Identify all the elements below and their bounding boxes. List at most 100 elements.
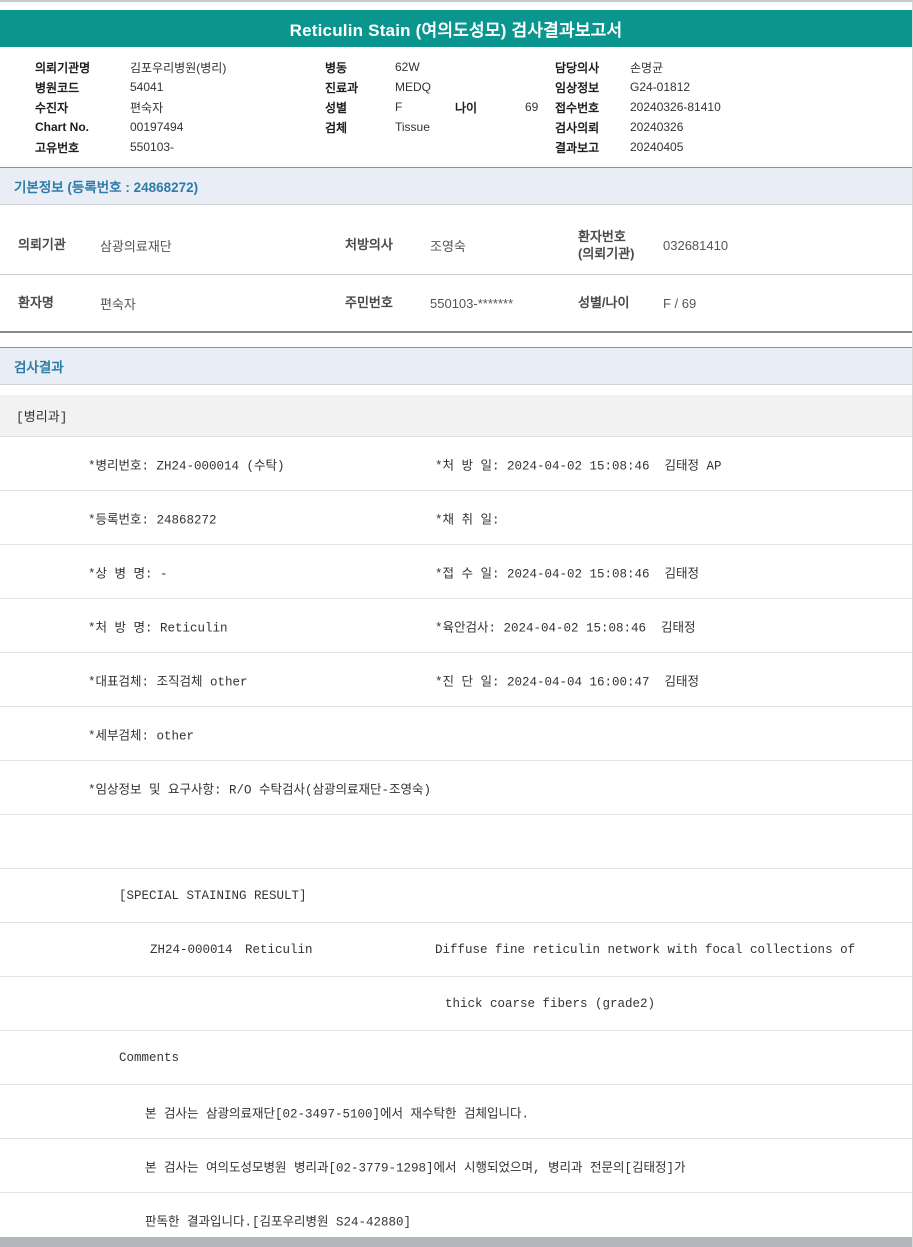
- result-row: *임상정보 및 요구사항: R/O 수탁검사(삼광의료재단-조영숙): [0, 761, 912, 815]
- table-row: 환자명 편숙자 주민번호 550103-******* 성별/나이 F / 69: [0, 274, 912, 331]
- cell-label-patient-no: 환자번호 (의뢰기관): [578, 228, 635, 261]
- field-label: 고유번호: [35, 140, 80, 155]
- stain-result-line1: Diffuse fine reticulin network with foca…: [435, 942, 856, 957]
- field-value: Tissue: [395, 120, 430, 134]
- cell-value-prescribing-doctor: 조영숙: [430, 239, 466, 254]
- stain-name: Reticulin: [245, 942, 313, 957]
- specimen-code: ZH24-000014: [150, 942, 233, 957]
- field-label: 의뢰기관명: [35, 60, 91, 75]
- result-left-text: *임상정보 및 요구사항: R/O 수탁검사(삼광의료재단-조영숙): [88, 783, 432, 797]
- comment-text: 판독한 결과입니다.[김포우리병원 S24-42880]: [145, 1215, 412, 1229]
- comment-text: 본 검사는 여의도성모병원 병리과[02-3779-1298]에서 시행되었으며…: [145, 1161, 686, 1175]
- field-value: MEDQ: [395, 80, 431, 94]
- header-column-right: 담당의사 손명균 임상정보 G24-01812 접수번호 20240326-81…: [555, 57, 900, 157]
- field-value: 20240405: [630, 140, 684, 154]
- header-info: 의뢰기관명 김포우리병원(병리) 병원코드 54041 수진자 편숙자 Char…: [0, 47, 912, 167]
- result-right-text: *처 방 일: 2024-04-02 15:08:46 김태정 AP: [435, 459, 722, 473]
- cell-label-resident-no: 주민번호: [345, 294, 393, 310]
- field-value: 손명균: [630, 60, 664, 75]
- special-staining-result-row: ZH24-000014 Reticulin Diffuse fine retic…: [0, 923, 912, 977]
- result-left-text: *세부검체: other: [88, 729, 195, 743]
- header-field-chart-no: Chart No. 00197494: [35, 117, 320, 137]
- report-title: Reticulin Stain (여의도성모) 검사결과보고서: [289, 21, 623, 40]
- result-row: *처 방 명: Reticulin *육안검사: 2024-04-02 15:0…: [0, 599, 912, 653]
- field-label: 성별: [325, 100, 348, 115]
- department-row: [병리과]: [0, 395, 912, 437]
- field-label: 담당의사: [555, 60, 600, 75]
- field-label-age: 나이: [455, 100, 478, 115]
- special-staining-header-row: [SPECIAL STAINING RESULT]: [0, 869, 912, 923]
- cell-value-requesting-org: 삼광의료재단: [100, 239, 172, 254]
- result-left-text: *대표검체: 조직검체 other: [88, 675, 248, 689]
- field-label: 임상정보: [555, 80, 600, 95]
- result-right-text: *진 단 일: 2024-04-04 16:00:47 김태정: [435, 675, 700, 689]
- field-label: 접수번호: [555, 100, 600, 115]
- field-value: F: [395, 100, 403, 114]
- bottom-edge-bar: [0, 1237, 912, 1247]
- header-field-ward: 병동 62W: [325, 57, 553, 77]
- result-row: *세부검체: other: [0, 707, 912, 761]
- result-right-text: *채 취 일:: [435, 513, 500, 527]
- header-field-department: 진료과 MEDQ: [325, 77, 553, 97]
- header-field-unique-no: 고유번호 550103-: [35, 137, 320, 157]
- cell-value-resident-no: 550103-*******: [430, 295, 514, 311]
- result-left-text: *처 방 명: Reticulin: [88, 621, 228, 635]
- section-title-basic-info: 기본정보 (등록번호 : 24868272): [14, 180, 199, 195]
- cell-label-sex-age: 성별/나이: [578, 294, 630, 310]
- report-title-bar: Reticulin Stain (여의도성모) 검사결과보고서: [0, 10, 912, 47]
- header-field-patient: 수진자 편숙자: [35, 97, 320, 117]
- section-title-results: 검사결과: [14, 360, 64, 375]
- field-label: 병원코드: [35, 80, 80, 95]
- result-right-text: *육안검사: 2024-04-02 15:08:46 김태정: [435, 621, 696, 635]
- cell-value-patient-no: 032681410: [663, 238, 729, 253]
- result-row: *대표검체: 조직검체 other *진 단 일: 2024-04-04 16:…: [0, 653, 912, 707]
- result-row: *상 병 명: - *접 수 일: 2024-04-02 15:08:46 김태…: [0, 545, 912, 599]
- result-left-text: *등록번호: 24868272: [88, 513, 217, 527]
- header-field-sex-age: 성별 F 나이 69: [325, 97, 553, 117]
- field-value: G24-01812: [630, 80, 691, 94]
- header-field-specimen: 검체 Tissue: [325, 117, 553, 137]
- field-value: 편숙자: [130, 100, 164, 115]
- result-row-empty: [0, 815, 912, 869]
- stain-result-line2: thick coarse fibers (grade2): [445, 996, 656, 1011]
- header-field-clinical-info: 임상정보 G24-01812: [555, 77, 900, 97]
- header-field-order-date: 검사의뢰 20240326: [555, 117, 900, 137]
- field-label: 진료과: [325, 80, 359, 95]
- field-value: 550103-: [130, 140, 175, 154]
- comments-label: Comments: [119, 1050, 180, 1065]
- field-label: 검체: [325, 120, 348, 135]
- comment-text: 본 검사는 삼광의료재단[02-3497-5100]에서 재수탁한 검체입니다.: [145, 1107, 530, 1121]
- field-label: 수진자: [35, 100, 69, 115]
- result-left-text: *상 병 명: -: [88, 567, 168, 581]
- basic-info-table: 의뢰기관 삼광의료재단 처방의사 조영숙 환자번호 (의뢰기관) 0326814…: [0, 217, 912, 333]
- field-value: 김포우리병원(병리): [130, 60, 227, 75]
- department-label: [병리과]: [16, 410, 68, 425]
- header-column-middle: 병동 62W 진료과 MEDQ 성별 F 나이 69 검체 Tissue: [325, 57, 553, 137]
- result-row: *등록번호: 24868272 *채 취 일:: [0, 491, 912, 545]
- cell-value-sex-age: F / 69: [663, 295, 697, 311]
- result-row: *병리번호: ZH24-000014 (수탁) *처 방 일: 2024-04-…: [0, 437, 912, 491]
- header-field-doctor: 담당의사 손명균: [555, 57, 900, 77]
- cell-label-patient-name: 환자명: [18, 294, 54, 310]
- special-staining-result-continuation-row: thick coarse fibers (grade2): [0, 977, 912, 1031]
- cell-label-requesting-org: 의뢰기관: [18, 237, 66, 253]
- result-right-text: *접 수 일: 2024-04-02 15:08:46 김태정: [435, 567, 700, 581]
- field-value-age: 69: [525, 100, 539, 114]
- result-left-text: *병리번호: ZH24-000014 (수탁): [88, 459, 285, 473]
- header-field-accession-no: 접수번호 20240326-81410: [555, 97, 900, 117]
- field-label: 검사의뢰: [555, 120, 600, 135]
- header-column-left: 의뢰기관명 김포우리병원(병리) 병원코드 54041 수진자 편숙자 Char…: [35, 57, 320, 157]
- section-header-basic-info: 기본정보 (등록번호 : 24868272): [0, 167, 912, 205]
- header-field-hospital-code: 병원코드 54041: [35, 77, 320, 97]
- table-row: 의뢰기관 삼광의료재단 처방의사 조영숙 환자번호 (의뢰기관) 0326814…: [0, 217, 912, 274]
- cell-value-patient-name: 편숙자: [100, 296, 136, 312]
- comment-row: 본 검사는 삼광의료재단[02-3497-5100]에서 재수탁한 검체입니다.: [0, 1085, 912, 1139]
- field-label: Chart No.: [35, 120, 89, 134]
- field-value: 20240326: [630, 120, 684, 134]
- header-field-requesting-org: 의뢰기관명 김포우리병원(병리): [35, 57, 320, 77]
- field-value: 00197494: [130, 120, 184, 134]
- field-label: 결과보고: [555, 140, 600, 155]
- comment-row: 본 검사는 여의도성모병원 병리과[02-3779-1298]에서 시행되었으며…: [0, 1139, 912, 1193]
- field-value: 62W: [395, 60, 420, 74]
- report-page: Reticulin Stain (여의도성모) 검사결과보고서 의뢰기관명 김포…: [0, 0, 913, 1247]
